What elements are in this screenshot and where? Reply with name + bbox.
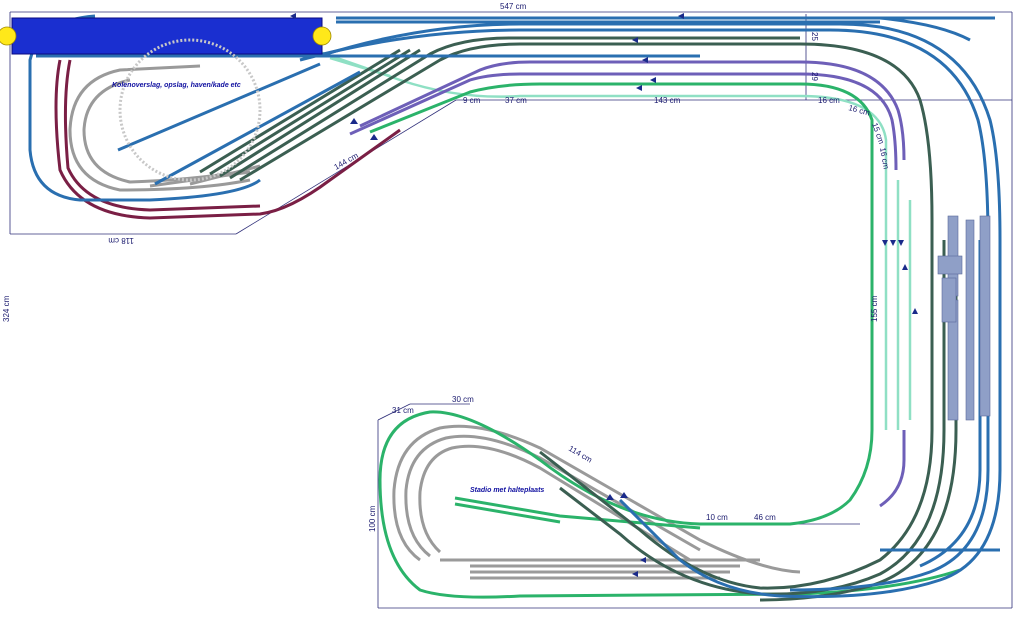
dim-114: 114 cm: [567, 444, 594, 465]
dim-30: 30 cm: [452, 395, 474, 404]
purple-upper: [359, 60, 906, 161]
dkgreen-5: [199, 48, 401, 174]
harbor-marker-left: [0, 26, 17, 46]
coal-area-label: Kolenoverslag, opslag, haven/kade etc: [112, 82, 241, 89]
dim-46: 46 cm: [754, 513, 776, 522]
stadium-label: Stadio met halteplaats: [470, 487, 544, 494]
dim-29: 29: [810, 72, 819, 81]
dim-16c: 16 cm: [878, 147, 891, 170]
dim-155: 155 cm: [870, 295, 879, 322]
track-plan: 547 cm 324 cm 9 cm 37 cm 143 cm 16 cm 14…: [0, 2, 1013, 609]
dim-left-height: 324 cm: [2, 295, 11, 322]
dim-100: 100 cm: [368, 505, 377, 532]
gray-tracks: [68, 64, 801, 580]
green-main-upper: [369, 82, 961, 599]
blue-spur-1: [117, 62, 321, 152]
dim-118: 118 cm: [108, 236, 134, 245]
harbor-marker-right: [312, 26, 332, 46]
purple-lower: [879, 430, 906, 508]
platform-blocks: [937, 215, 991, 421]
dim-37: 37 cm: [505, 96, 527, 105]
dkgreen-7: [759, 250, 958, 602]
dim-9: 9 cm: [463, 96, 481, 105]
dark-green-tracks: [199, 36, 958, 602]
turntable-outline: [118, 38, 262, 182]
purple-tracks: [349, 60, 906, 508]
dim-16: 16 cm: [818, 96, 840, 105]
dim-143: 143 cm: [654, 96, 681, 105]
dim-10: 10 cm: [706, 513, 728, 522]
harbor-block: [0, 17, 332, 55]
green-tracks: [369, 82, 961, 599]
dim-top-width: 547 cm: [500, 2, 527, 11]
dim-25: 25: [810, 32, 819, 41]
dim-31: 31 cm: [392, 406, 414, 415]
dim-16b: 16 cm: [847, 103, 871, 117]
